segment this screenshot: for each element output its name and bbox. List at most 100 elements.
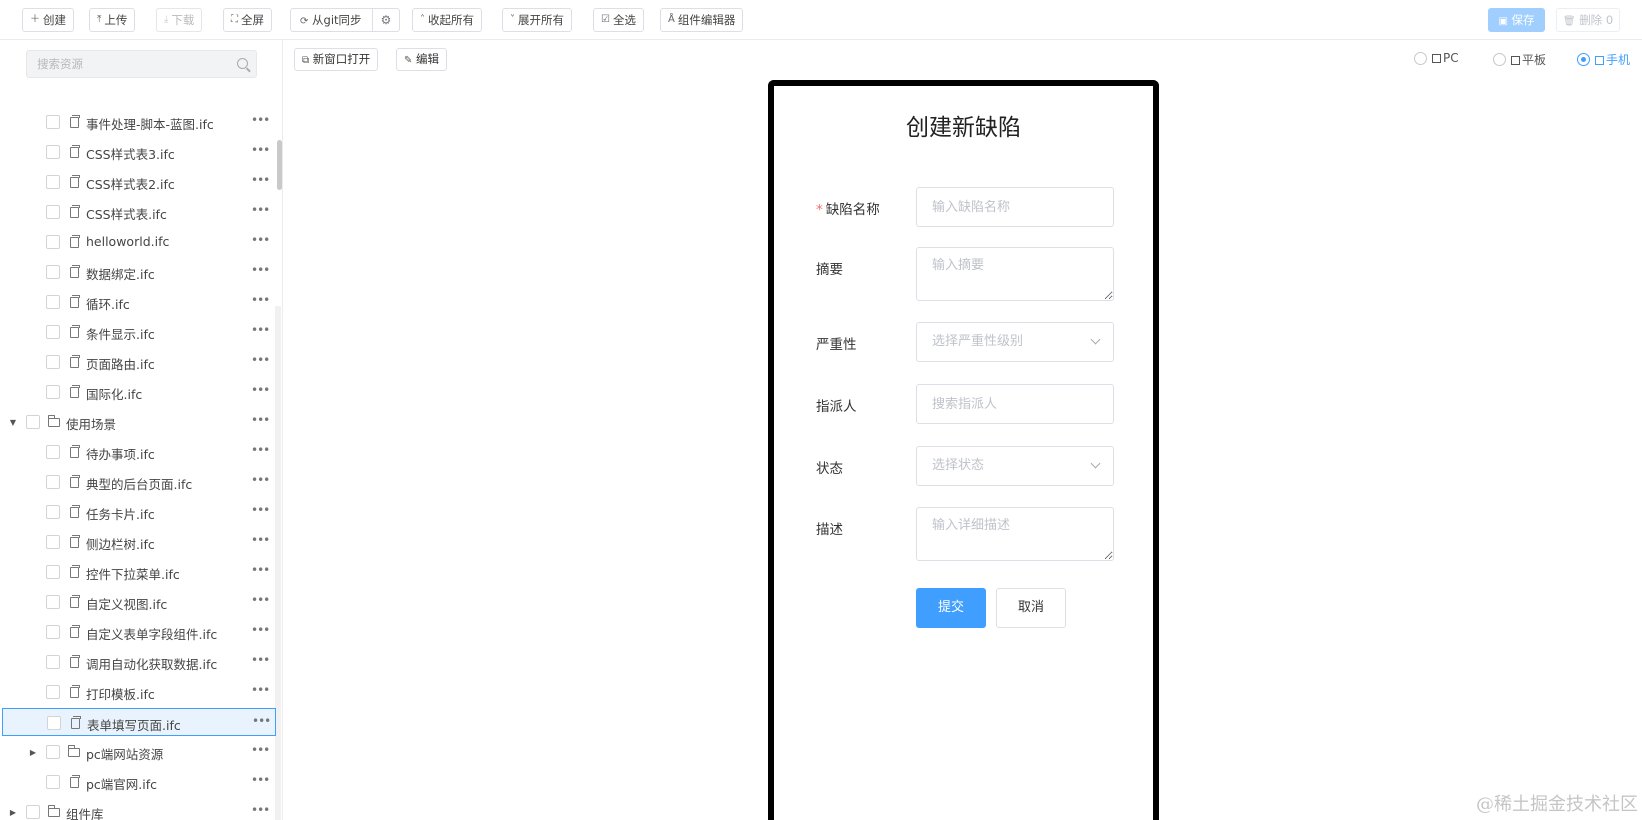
tree-checkbox[interactable] xyxy=(46,175,60,189)
tree-file-row[interactable]: 待办事项.ifc ••• xyxy=(2,438,276,466)
tree-checkbox[interactable] xyxy=(46,115,60,129)
more-options-icon[interactable]: ••• xyxy=(251,174,270,186)
open-new-window-button[interactable]: ⧉ 新窗口打开 xyxy=(294,48,379,71)
tree-file-row[interactable]: 事件处理-脚本-蓝图.ifc ••• xyxy=(2,108,276,136)
more-options-icon[interactable]: ••• xyxy=(251,324,270,336)
caret-right-icon[interactable]: ▶ xyxy=(28,747,38,757)
tree-file-row[interactable]: 国际化.ifc ••• xyxy=(2,378,276,406)
tree-checkbox[interactable] xyxy=(46,505,60,519)
fullscreen-button[interactable]: ⛶ 全屏 xyxy=(223,8,272,32)
tree-file-row[interactable]: CSS样式表2.ifc ••• xyxy=(2,168,276,196)
more-options-icon[interactable]: ••• xyxy=(251,534,270,546)
tree-file-row[interactable]: 调用自动化获取数据.ifc ••• xyxy=(2,648,276,676)
tree-file-row[interactable]: CSS样式表.ifc ••• xyxy=(2,198,276,226)
summary-textarea[interactable] xyxy=(916,247,1114,301)
tree-folder-row[interactable]: ▶ pc端网站资源 ••• xyxy=(2,738,276,766)
severity-select[interactable]: 选择严重性级别 xyxy=(916,322,1114,362)
tree-file-row[interactable]: 侧边栏树.ifc ••• xyxy=(2,528,276,556)
sidebar-scrollbar-thumb[interactable] xyxy=(277,140,282,190)
more-options-icon[interactable]: ••• xyxy=(251,804,270,816)
assignee-search-input[interactable] xyxy=(916,384,1114,424)
more-options-icon[interactable]: ••• xyxy=(251,774,270,786)
search-icon[interactable] xyxy=(237,58,248,69)
submit-button[interactable]: 提交 xyxy=(916,588,986,628)
tree-checkbox[interactable] xyxy=(46,655,60,669)
tree-file-row[interactable]: 表单填写页面.ifc ••• xyxy=(2,708,276,736)
tree-file-row[interactable]: helloworld.ifc ••• xyxy=(2,228,276,256)
more-options-icon[interactable]: ••• xyxy=(251,384,270,396)
save-button[interactable]: ▣ 保存 xyxy=(1488,8,1545,32)
tree-checkbox[interactable] xyxy=(46,685,60,699)
more-options-icon[interactable]: ••• xyxy=(251,654,270,666)
caret-right-icon[interactable]: ▶ xyxy=(8,807,18,817)
more-options-icon[interactable]: ••• xyxy=(251,474,270,486)
tree-file-row[interactable]: pc端官网.ifc ••• xyxy=(2,768,276,796)
cancel-button[interactable]: 取消 xyxy=(996,588,1066,628)
tree-checkbox[interactable] xyxy=(46,745,60,759)
tree-checkbox[interactable] xyxy=(46,295,60,309)
more-options-icon[interactable]: ••• xyxy=(251,684,270,696)
tree-folder-row[interactable]: ▼ 使用场景 ••• xyxy=(2,408,276,436)
collapse-all-button[interactable]: ˄ 收起所有 xyxy=(412,8,482,32)
tree-checkbox[interactable] xyxy=(26,415,40,429)
more-options-icon[interactable]: ••• xyxy=(251,234,270,246)
device-radio-pc[interactable]: PC xyxy=(1414,51,1459,65)
status-select[interactable]: 选择状态 xyxy=(916,446,1114,486)
create-button[interactable]: ＋ 创建 xyxy=(22,8,74,32)
caret-down-icon[interactable]: ▼ xyxy=(8,417,18,427)
more-options-icon[interactable]: ••• xyxy=(251,594,270,606)
tree-checkbox[interactable] xyxy=(46,385,60,399)
more-options-icon[interactable]: ••• xyxy=(251,264,270,276)
tree-checkbox[interactable] xyxy=(46,445,60,459)
tree-checkbox[interactable] xyxy=(46,475,60,489)
upload-button[interactable]: ⤒ 上传 xyxy=(89,8,136,32)
tree-checkbox[interactable] xyxy=(46,265,60,279)
tree-file-row[interactable]: 页面路由.ifc ••• xyxy=(2,348,276,376)
tree-file-row[interactable]: 循环.ifc ••• xyxy=(2,288,276,316)
more-options-icon[interactable]: ••• xyxy=(251,354,270,366)
expand-all-button[interactable]: ˅ 展开所有 xyxy=(502,8,572,32)
tree-checkbox[interactable] xyxy=(26,805,40,819)
tree-file-row[interactable]: 典型的后台页面.ifc ••• xyxy=(2,468,276,496)
more-options-icon[interactable]: ••• xyxy=(251,744,270,756)
more-options-icon[interactable]: ••• xyxy=(252,715,271,727)
tree-file-row[interactable]: 控件下拉菜单.ifc ••• xyxy=(2,558,276,586)
tree-checkbox[interactable] xyxy=(46,595,60,609)
download-button[interactable]: ⤓ 下载 xyxy=(156,8,203,32)
git-sync-button[interactable]: ⟳ 从git同步 xyxy=(291,9,373,31)
component-editor-button[interactable]: Å 组件编辑器 xyxy=(660,8,744,32)
more-options-icon[interactable]: ••• xyxy=(251,414,270,426)
delete-button[interactable]: 🗑 删除 0 xyxy=(1556,8,1620,32)
tree-file-row[interactable]: CSS样式表3.ifc ••• xyxy=(2,138,276,166)
more-options-icon[interactable]: ••• xyxy=(251,444,270,456)
tree-checkbox[interactable] xyxy=(46,535,60,549)
tree-file-row[interactable]: 自定义视图.ifc ••• xyxy=(2,588,276,616)
description-textarea[interactable] xyxy=(916,507,1114,561)
device-radio-mobile[interactable]: 手机 xyxy=(1577,51,1630,68)
more-options-icon[interactable]: ••• xyxy=(251,144,270,156)
tree-checkbox[interactable] xyxy=(46,775,60,789)
tree-checkbox[interactable] xyxy=(46,145,60,159)
more-options-icon[interactable]: ••• xyxy=(251,114,270,126)
tree-file-row[interactable]: 自定义表单字段组件.ifc ••• xyxy=(2,618,276,646)
git-settings-button[interactable]: ⚙ xyxy=(373,9,399,31)
more-options-icon[interactable]: ••• xyxy=(251,294,270,306)
tree-file-row[interactable]: 数据绑定.ifc ••• xyxy=(2,258,276,286)
edit-button[interactable]: ✎ 编辑 xyxy=(396,48,448,71)
tree-checkbox[interactable] xyxy=(46,355,60,369)
tree-checkbox[interactable] xyxy=(46,205,60,219)
tree-checkbox[interactable] xyxy=(47,716,61,730)
more-options-icon[interactable]: ••• xyxy=(251,624,270,636)
search-input[interactable] xyxy=(27,51,217,77)
tree-file-row[interactable]: 条件显示.ifc ••• xyxy=(2,318,276,346)
tree-checkbox[interactable] xyxy=(46,235,60,249)
more-options-icon[interactable]: ••• xyxy=(251,204,270,216)
tree-checkbox[interactable] xyxy=(46,565,60,579)
tree-file-row[interactable]: 任务卡片.ifc ••• xyxy=(2,498,276,526)
select-all-button[interactable]: ☑ 全选 xyxy=(593,8,644,32)
defect-name-input[interactable] xyxy=(916,187,1114,227)
tree-checkbox[interactable] xyxy=(46,625,60,639)
tree-checkbox[interactable] xyxy=(46,325,60,339)
more-options-icon[interactable]: ••• xyxy=(251,564,270,576)
device-radio-tablet[interactable]: 平板 xyxy=(1493,51,1546,68)
